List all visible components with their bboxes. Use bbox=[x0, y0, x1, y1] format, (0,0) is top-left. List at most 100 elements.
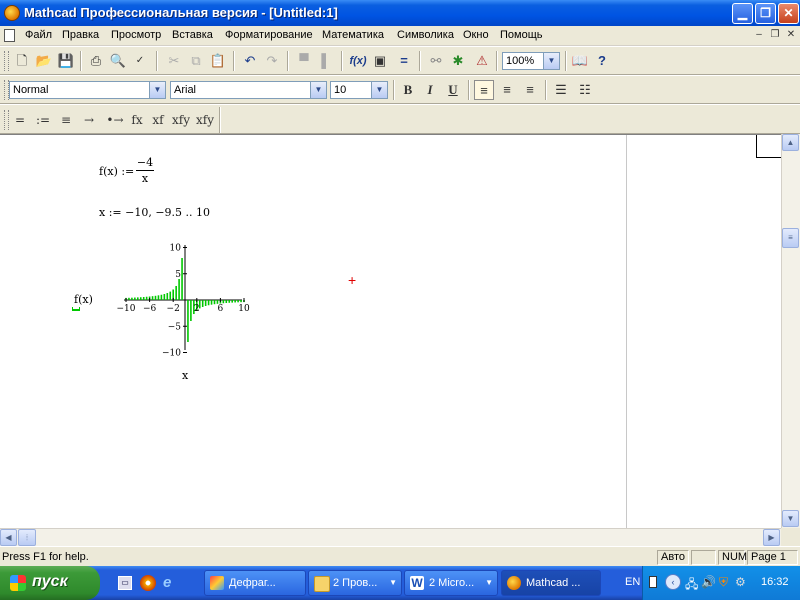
font-select[interactable]: Arial ▼ bbox=[170, 81, 327, 99]
plot-x-axis-label[interactable]: x bbox=[182, 369, 188, 382]
minimize-button[interactable]: ▁ bbox=[732, 3, 753, 24]
new-icon[interactable]: 🗋 bbox=[12, 51, 32, 71]
prefix-operator-button[interactable]: fx bbox=[127, 110, 147, 130]
undo-icon[interactable]: ↶ bbox=[240, 51, 260, 71]
toolbar-grip[interactable] bbox=[4, 110, 9, 130]
menu-view[interactable]: Просмотр bbox=[111, 29, 161, 41]
show-desktop-icon[interactable]: ▭ bbox=[118, 576, 132, 590]
align-top-icon[interactable]: ▀ bbox=[294, 51, 314, 71]
task-mathcad[interactable]: Mathcad ... bbox=[501, 570, 601, 596]
update-icon[interactable]: ⚙ bbox=[735, 575, 746, 589]
start-label: пуск bbox=[32, 573, 68, 590]
numbered-list-icon[interactable]: ☷ bbox=[575, 80, 595, 100]
network-icon[interactable]: 🖧 bbox=[685, 575, 698, 596]
symbolic-evaluate-button[interactable]: → bbox=[79, 110, 99, 130]
horizontal-scroll-thumb[interactable]: ⦙ bbox=[18, 529, 36, 546]
copy-icon[interactable]: ⧉ bbox=[186, 51, 206, 71]
calculate-icon[interactable]: = bbox=[394, 51, 414, 71]
insert-hyperlink-icon[interactable]: ⚯ bbox=[426, 51, 446, 71]
font-size-select[interactable]: 10 ▼ bbox=[330, 81, 388, 99]
chevron-down-icon[interactable]: ▼ bbox=[149, 82, 165, 98]
postfix-operator-button[interactable]: xf bbox=[148, 110, 168, 130]
title-bar[interactable]: Mathcad Профессиональная версия - [Untit… bbox=[0, 0, 800, 26]
function-definition[interactable]: f(x) := bbox=[99, 165, 134, 178]
scroll-right-button[interactable]: ▶ bbox=[763, 529, 780, 546]
insert-unit-icon[interactable]: ▣ bbox=[370, 51, 390, 71]
menu-help[interactable]: Помощь bbox=[500, 29, 543, 41]
spell-check-icon[interactable]: ✓ bbox=[130, 51, 150, 71]
vertical-scroll-thumb[interactable]: ≡ bbox=[782, 228, 799, 248]
scroll-down-button[interactable]: ▼ bbox=[782, 510, 799, 527]
maximize-button[interactable]: ❐ bbox=[755, 3, 776, 24]
chevron-down-icon[interactable]: ▼ bbox=[543, 53, 559, 69]
doc-restore-icon[interactable]: ❐ bbox=[768, 29, 782, 42]
align-down-icon[interactable]: ▌ bbox=[316, 51, 336, 71]
vertical-scrollbar[interactable]: ▲ ≡ ▼ bbox=[781, 134, 800, 528]
language-indicator[interactable]: EN bbox=[625, 576, 640, 588]
underline-button[interactable]: U bbox=[443, 80, 463, 100]
save-icon[interactable]: 💾 bbox=[56, 51, 76, 71]
menu-file[interactable]: Файл bbox=[25, 29, 52, 41]
menu-math[interactable]: Математика bbox=[322, 29, 384, 41]
menu-insert[interactable]: Вставка bbox=[172, 29, 213, 41]
zoom-select[interactable]: 100% ▼ bbox=[502, 52, 560, 70]
chevron-down-icon[interactable]: ▼ bbox=[371, 82, 387, 98]
bold-button[interactable]: B bbox=[398, 80, 418, 100]
scroll-up-button[interactable]: ▲ bbox=[782, 134, 799, 151]
chevron-down-icon[interactable]: ▼ bbox=[310, 82, 326, 98]
mathcad-app-icon[interactable] bbox=[4, 5, 20, 21]
document-icon[interactable] bbox=[4, 29, 15, 42]
task-defrag[interactable]: Дефраг... bbox=[204, 570, 306, 596]
italic-button[interactable]: I bbox=[420, 80, 440, 100]
media-player-icon[interactable] bbox=[140, 575, 156, 591]
task-explorer[interactable]: 2 Пров... ▼ bbox=[308, 570, 402, 596]
definition-button[interactable]: := bbox=[33, 110, 53, 130]
horizontal-scrollbar[interactable]: ◀ ⦙ ▶ bbox=[0, 528, 781, 546]
paste-icon[interactable]: 📋 bbox=[208, 51, 228, 71]
worksheet[interactable]: f(x) := −4 x x := −10, −9.5 .. 10 −10 −6−… bbox=[0, 134, 781, 529]
insert-function-icon[interactable]: f(x) bbox=[348, 51, 368, 71]
chevron-down-icon: ▼ bbox=[485, 578, 493, 587]
menu-format[interactable]: Форматирование bbox=[225, 29, 313, 41]
insert-component-icon[interactable]: ✱ bbox=[448, 51, 468, 71]
align-right-icon[interactable]: ≡ bbox=[520, 80, 540, 100]
redo-icon[interactable]: ↷ bbox=[262, 51, 282, 71]
cut-icon[interactable]: ✂ bbox=[164, 51, 184, 71]
scroll-left-button[interactable]: ◀ bbox=[0, 529, 17, 546]
print-preview-icon[interactable]: 🔍 bbox=[108, 51, 128, 71]
menu-edit[interactable]: Правка bbox=[62, 29, 99, 41]
internet-explorer-icon[interactable]: e bbox=[163, 575, 179, 591]
start-button[interactable]: пуск bbox=[0, 566, 100, 600]
status-page: Page 1 bbox=[747, 550, 798, 565]
close-button[interactable]: ✕ bbox=[778, 3, 799, 24]
doc-minimize-icon[interactable]: – bbox=[752, 29, 766, 42]
arrow-left-icon: ◀ bbox=[5, 533, 12, 542]
global-definition-button[interactable]: ≡ bbox=[56, 110, 76, 130]
evaluate-button[interactable]: = bbox=[10, 110, 30, 130]
keyboard-layout-icon[interactable] bbox=[649, 576, 657, 588]
help-icon[interactable]: ? bbox=[592, 51, 612, 71]
xy-plot[interactable]: −10 −6 −2 2 6 10 10 5 −5 −10 bbox=[60, 235, 280, 395]
volume-icon[interactable]: 🔊 bbox=[701, 575, 716, 589]
align-center-icon[interactable]: ≡ bbox=[497, 80, 517, 100]
style-select[interactable]: Normal ▼ bbox=[9, 81, 166, 99]
menu-symbolics[interactable]: Символика bbox=[397, 29, 454, 41]
toolbar-grip[interactable] bbox=[4, 51, 9, 71]
antivirus-icon[interactable]: ⛨ bbox=[719, 575, 728, 590]
resource-center-icon[interactable]: 📖 bbox=[570, 51, 590, 71]
fraction[interactable]: −4 x bbox=[136, 156, 154, 185]
open-folder-icon[interactable]: 📂 bbox=[34, 51, 54, 71]
doc-close-icon[interactable]: ✕ bbox=[784, 29, 798, 42]
keyword-evaluate-button[interactable]: •→ bbox=[103, 110, 127, 130]
range-definition[interactable]: x := −10, −9.5 .. 10 bbox=[99, 206, 210, 219]
run-script-icon[interactable]: ⚠ bbox=[472, 51, 492, 71]
print-icon[interactable]: ⎙ bbox=[86, 51, 106, 71]
menu-window[interactable]: Окно bbox=[463, 29, 489, 41]
task-word[interactable]: W 2 Micro... ▼ bbox=[404, 570, 498, 596]
treefix-operator-button[interactable]: xfy bbox=[194, 110, 216, 130]
infix-operator-button[interactable]: xfy bbox=[170, 110, 192, 130]
tray-arrow-icon[interactable]: ‹ bbox=[665, 574, 681, 590]
plot-y-axis-label[interactable]: f(x) bbox=[74, 293, 93, 306]
align-left-icon[interactable]: ≡ bbox=[474, 80, 494, 100]
bullet-list-icon[interactable]: ☰ bbox=[551, 80, 571, 100]
